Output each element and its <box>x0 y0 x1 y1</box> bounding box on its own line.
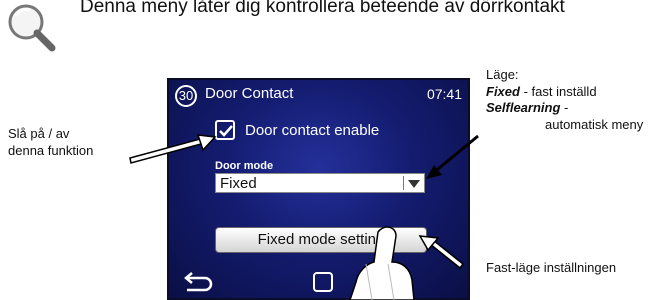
magnifier-icon <box>8 4 56 52</box>
door-contact-checkbox[interactable] <box>215 120 235 140</box>
clock: 07:41 <box>426 86 462 102</box>
annotation-mode-heading: Läge: <box>486 67 519 82</box>
annotation-auto-menu: automatisk meny <box>545 117 644 132</box>
annotation-fixed-desc: - fast inställd <box>519 84 597 99</box>
annotation-fixed-row: Fixed - fast inställd <box>486 84 597 99</box>
checkmark-icon <box>219 125 233 137</box>
door-contact-label: Door contact enable <box>245 122 380 139</box>
screen-number-badge: 30 <box>175 85 197 107</box>
select-divider <box>403 176 404 190</box>
back-icon[interactable] <box>183 270 213 292</box>
annotation-self-term: Selflearning <box>486 100 561 115</box>
device-screen: 30 Door Contact 07:41 Door contact enabl… <box>167 78 470 300</box>
banner-text: Denna meny låter dig kontrollera beteend… <box>80 0 565 17</box>
annotation-self-desc: - <box>560 100 569 115</box>
chevron-down-icon[interactable] <box>408 180 420 188</box>
fixed-mode-setting-button[interactable]: Fixed mode setting <box>215 227 427 253</box>
annotation-fixed-setting: Fast-läge inställningen <box>486 260 617 275</box>
door-mode-value: Fixed <box>220 175 257 192</box>
annotation-enable-line1: Slå på / av <box>8 126 70 141</box>
annotation-selflearning-row: Selflearning - <box>486 100 568 115</box>
annotation-enable-line2: denna funktion <box>8 143 94 158</box>
door-mode-label: Door mode <box>215 160 274 172</box>
screen-title: Door Contact <box>205 85 294 102</box>
door-mode-select[interactable]: Fixed <box>215 173 425 193</box>
home-button[interactable] <box>313 272 333 292</box>
annotation-fixed-term: Fixed <box>486 84 520 99</box>
screen-header: 30 Door Contact 07:41 <box>169 80 468 110</box>
